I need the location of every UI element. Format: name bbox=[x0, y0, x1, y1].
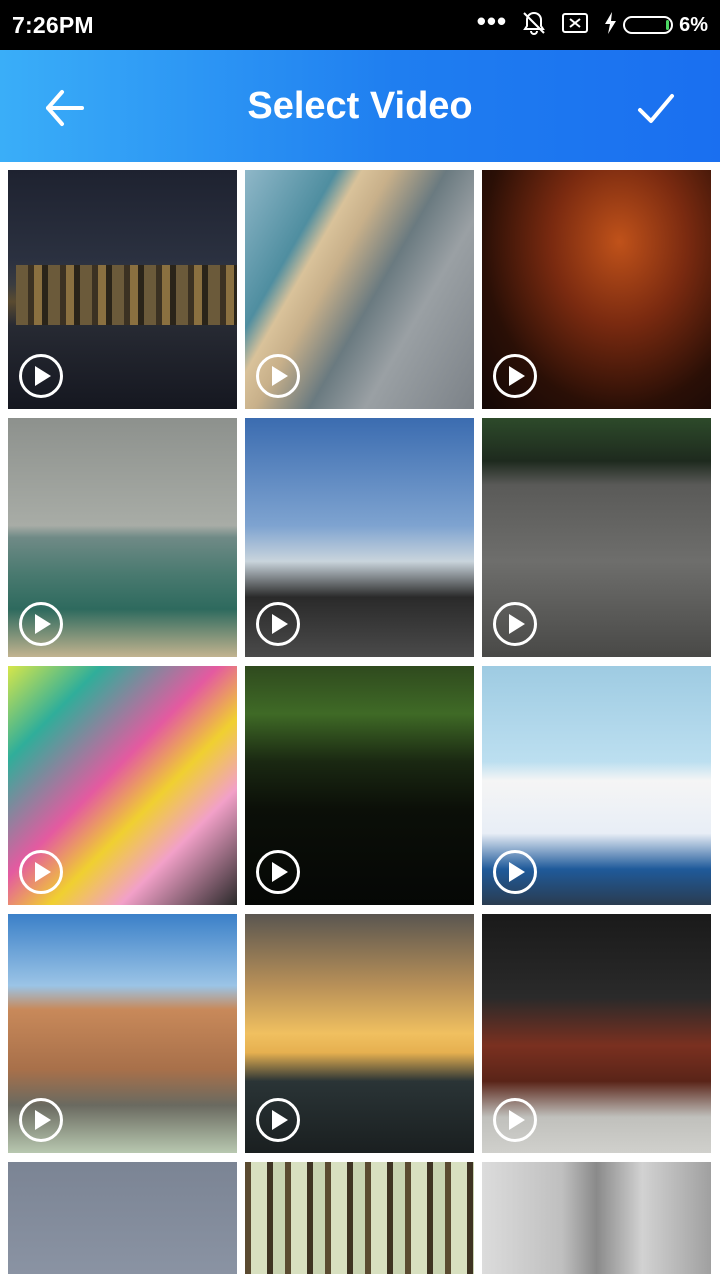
video-thumbnail[interactable] bbox=[245, 914, 474, 1153]
video-thumbnail[interactable] bbox=[482, 914, 711, 1153]
battery-level-fill bbox=[666, 20, 670, 30]
play-icon[interactable] bbox=[493, 602, 537, 646]
bell-muted-icon bbox=[521, 10, 547, 41]
video-thumbnail[interactable] bbox=[245, 1162, 474, 1274]
play-icon[interactable] bbox=[493, 850, 537, 894]
video-thumbnail[interactable] bbox=[8, 1162, 237, 1274]
charging-bolt-icon bbox=[603, 11, 617, 40]
confirm-button[interactable] bbox=[632, 84, 680, 132]
play-icon[interactable] bbox=[256, 354, 300, 398]
battery-icon bbox=[623, 16, 674, 34]
video-thumbnail[interactable] bbox=[482, 418, 711, 657]
play-icon[interactable] bbox=[493, 354, 537, 398]
play-icon[interactable] bbox=[256, 850, 300, 894]
arrow-left-icon bbox=[46, 90, 84, 126]
sim-x-icon bbox=[561, 11, 589, 40]
video-thumbnail[interactable] bbox=[8, 914, 237, 1153]
video-thumbnail[interactable] bbox=[245, 666, 474, 905]
video-thumbnail[interactable] bbox=[245, 418, 474, 657]
check-icon bbox=[638, 94, 674, 123]
status-time: 7:26PM bbox=[12, 11, 94, 38]
dots-icon: ••• bbox=[476, 6, 508, 36]
status-icons: ••• 6% bbox=[476, 6, 708, 41]
battery-percent: 6% bbox=[679, 13, 708, 36]
play-icon[interactable] bbox=[256, 1098, 300, 1142]
video-thumbnail[interactable] bbox=[8, 418, 237, 657]
video-thumbnail[interactable] bbox=[245, 170, 474, 409]
video-thumbnail[interactable] bbox=[482, 170, 711, 409]
play-icon[interactable] bbox=[19, 354, 63, 398]
play-icon[interactable] bbox=[256, 602, 300, 646]
video-thumbnail[interactable] bbox=[482, 666, 711, 905]
video-thumbnail[interactable] bbox=[482, 1162, 711, 1274]
app-bar: Select Video bbox=[0, 50, 720, 162]
video-thumbnail[interactable] bbox=[8, 170, 237, 409]
play-icon[interactable] bbox=[19, 602, 63, 646]
video-grid bbox=[8, 170, 712, 1274]
play-icon[interactable] bbox=[19, 850, 63, 894]
battery-indicator: 6% bbox=[603, 11, 708, 40]
play-icon[interactable] bbox=[493, 1098, 537, 1142]
page-title: Select Video bbox=[247, 84, 473, 127]
video-thumbnail[interactable] bbox=[8, 666, 237, 905]
back-button[interactable] bbox=[40, 84, 88, 132]
status-bar: 7:26PM ••• 6% bbox=[0, 0, 720, 50]
play-icon[interactable] bbox=[19, 1098, 63, 1142]
